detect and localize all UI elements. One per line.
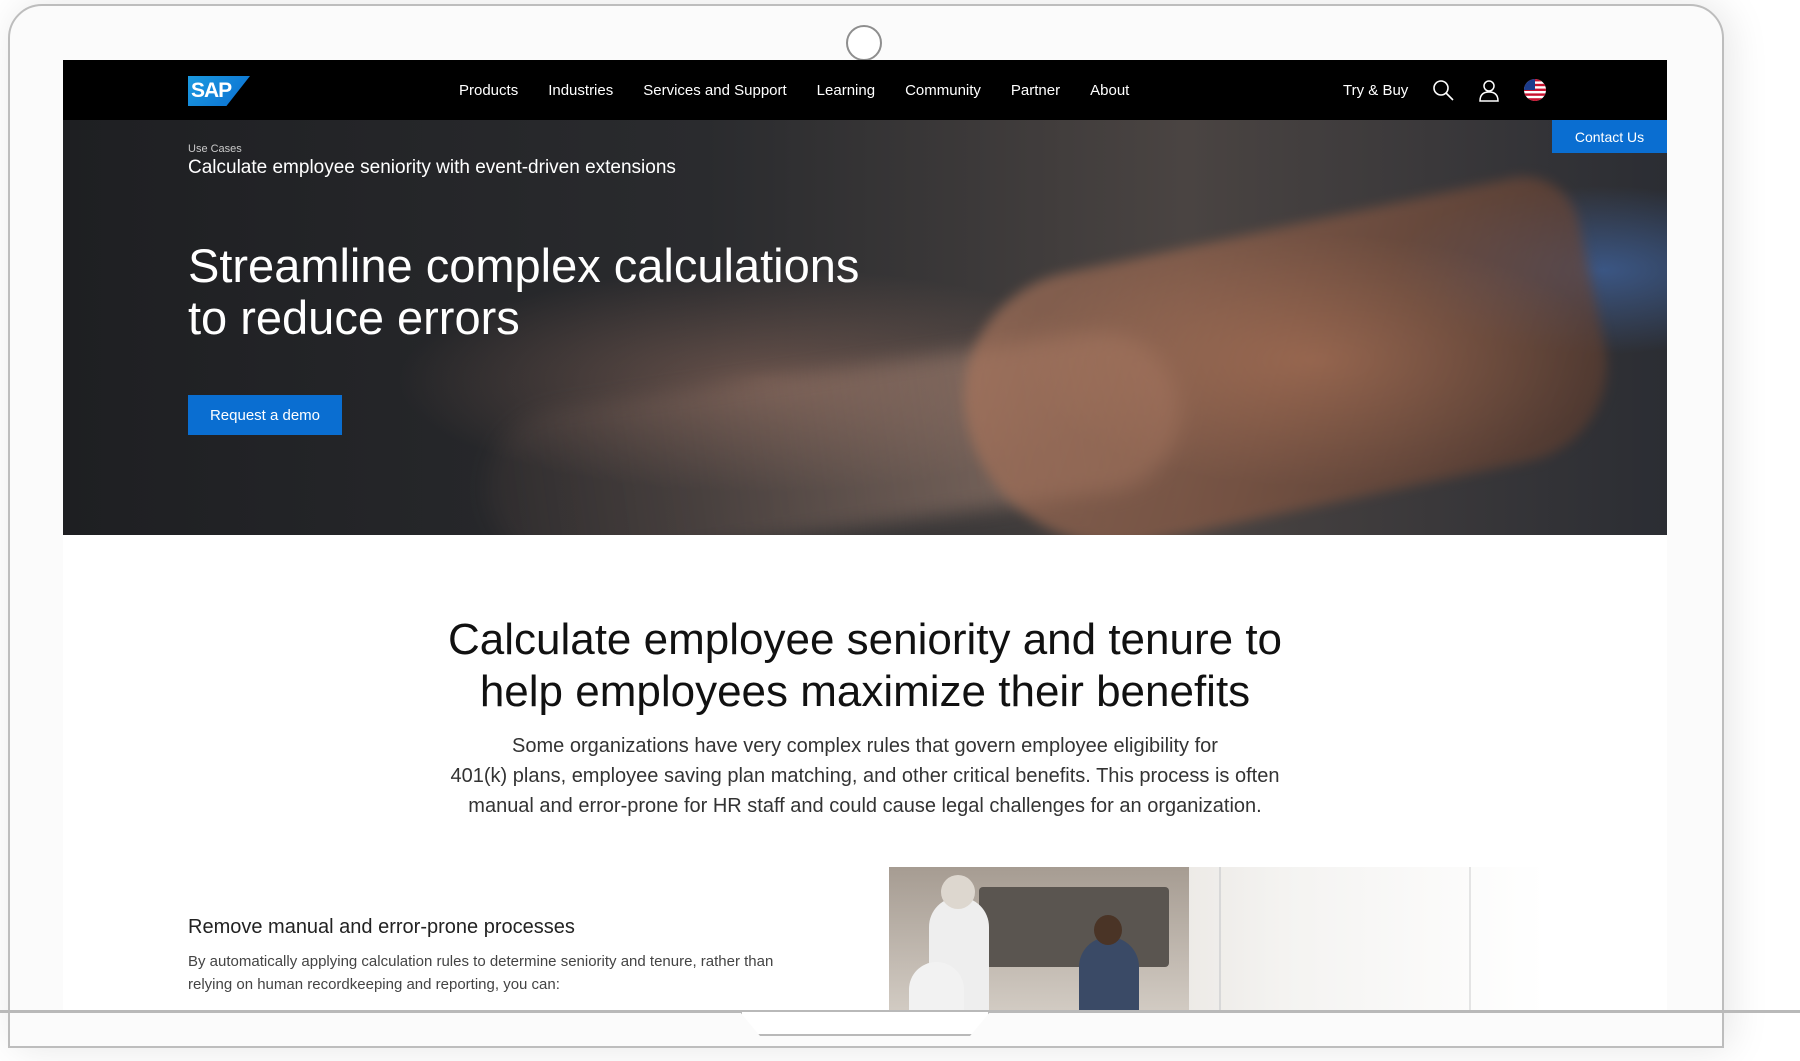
nav-link-about[interactable]: About xyxy=(1090,82,1129,99)
photo-window-frame xyxy=(1469,867,1471,1010)
intro-text-line2: 401(k) plans, employee saving plan match… xyxy=(450,765,1280,787)
intro-text-line3: manual and error-prone for HR staff and … xyxy=(468,795,1262,817)
photo-person-head xyxy=(1094,915,1122,945)
contact-us-button[interactable]: Contact Us xyxy=(1552,120,1667,153)
nav-link-industries[interactable]: Industries xyxy=(548,82,613,99)
nav-link-community[interactable]: Community xyxy=(905,82,981,99)
us-flag-icon[interactable] xyxy=(1522,77,1548,103)
search-icon[interactable] xyxy=(1430,77,1456,103)
nav-link-partner[interactable]: Partner xyxy=(1011,82,1060,99)
feature-text-line1: By automatically applying calculation ru… xyxy=(188,953,774,970)
hero-title-line1: Streamline complex calculations xyxy=(188,239,860,292)
main-menu: Products Industries Services and Support… xyxy=(459,60,1159,120)
feature-text-line2: relying on human recordkeeping and repor… xyxy=(188,976,560,993)
feature-text: By automatically applying calculation ru… xyxy=(188,950,828,996)
laptop-notch xyxy=(740,1012,990,1036)
nav-link-products[interactable]: Products xyxy=(459,82,518,99)
photo-desk xyxy=(979,887,1169,967)
photo-window-frame xyxy=(1219,867,1221,1010)
try-buy-link[interactable]: Try & Buy xyxy=(1343,82,1408,99)
section-intro-text: Some organizations have very complex rul… xyxy=(393,731,1337,821)
feature-title: Remove manual and error-prone processes xyxy=(188,916,575,938)
section-heading-line2: help employees maximize their benefits xyxy=(479,667,1251,716)
request-demo-button[interactable]: Request a demo xyxy=(188,395,342,435)
photo-person xyxy=(909,962,964,1010)
sap-logo[interactable]: SAP xyxy=(188,76,250,106)
intro-text-line1: Some organizations have very complex rul… xyxy=(512,735,1218,757)
section-heading-line1: Calculate employee seniority and tenure … xyxy=(447,615,1283,664)
camera-icon xyxy=(846,25,882,61)
nav-link-learning[interactable]: Learning xyxy=(817,82,875,99)
nav-link-services-support[interactable]: Services and Support xyxy=(643,82,786,99)
hero-title-line2: to reduce errors xyxy=(188,291,520,344)
hero-banner: Use Cases Calculate employee seniority w… xyxy=(63,120,1667,535)
user-icon[interactable] xyxy=(1476,77,1502,103)
photo-person xyxy=(1079,937,1139,1010)
hero-image-handshake xyxy=(940,166,1626,535)
breadcrumb[interactable]: Use Cases xyxy=(188,143,242,155)
hero-subtitle: Calculate employee seniority with event-… xyxy=(188,157,676,178)
browser-viewport: SAP Products Industries Services and Sup… xyxy=(63,60,1667,1010)
nav-utilities: Try & Buy xyxy=(1343,60,1568,120)
section-heading: Calculate employee seniority and tenure … xyxy=(263,614,1467,718)
office-meeting-photo xyxy=(889,867,1546,1010)
top-navigation: SAP Products Industries Services and Sup… xyxy=(63,60,1667,120)
photo-person-head xyxy=(941,875,975,909)
hero-title: Streamline complex calculations to reduc… xyxy=(188,240,888,344)
